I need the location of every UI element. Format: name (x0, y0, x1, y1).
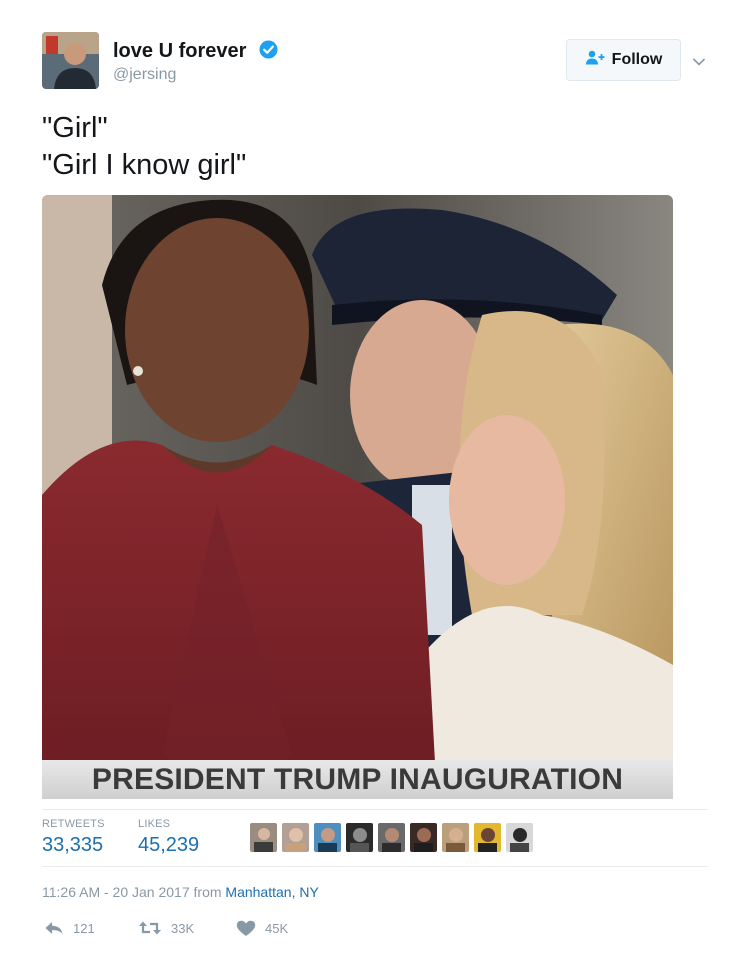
liker-avatar[interactable] (282, 823, 309, 852)
follow-person-icon (585, 50, 605, 71)
liker-avatar[interactable] (378, 823, 405, 852)
chevron-down-icon[interactable] (692, 54, 706, 66)
liker-avatar[interactable] (474, 823, 501, 852)
heart-icon (236, 920, 256, 937)
user-handle[interactable]: @jersing (113, 66, 176, 84)
from-text: from (193, 884, 222, 900)
tweet-location[interactable]: Manhattan, NY (225, 884, 318, 900)
like-button[interactable]: 45K (236, 920, 288, 937)
divider (42, 866, 708, 867)
reply-button[interactable]: 121 (44, 920, 95, 936)
liker-avatar[interactable] (442, 823, 469, 852)
liker-avatar[interactable] (314, 823, 341, 852)
tweet-line: "Girl" (42, 112, 108, 144)
media-caption-banner: PRESIDENT TRUMP INAUGURATION (42, 760, 673, 799)
tweet-photo[interactable] (42, 195, 673, 799)
liker-avatar[interactable] (346, 823, 373, 852)
tweet-line: "Girl I know girl" (42, 149, 247, 181)
liker-avatar[interactable] (506, 823, 533, 852)
user-display-name[interactable]: love U forever (113, 40, 246, 63)
retweet-button[interactable]: 33K (138, 920, 194, 936)
like-count: 45K (265, 921, 289, 936)
likes-label: LIKES (138, 818, 171, 830)
follow-button-label: Follow (611, 51, 663, 68)
liker-avatar[interactable] (250, 823, 277, 852)
likes-value: 45,239 (138, 834, 200, 856)
reply-count: 121 (73, 920, 95, 936)
likes-stat[interactable]: LIKES 45,239 (138, 818, 199, 857)
tweet-meta: 11:26 AM - 20 Jan 2017 from Manhattan, N… (42, 884, 319, 900)
follow-button[interactable]: Follow (566, 39, 681, 81)
reply-icon (44, 920, 64, 936)
liker-avatars (250, 823, 533, 852)
divider (42, 809, 708, 810)
retweets-stat[interactable]: RETWEETS 33,335 (42, 818, 105, 857)
liker-avatar[interactable] (410, 823, 437, 852)
retweets-value: 33,335 (42, 834, 104, 856)
retweet-icon (138, 920, 162, 936)
user-avatar[interactable] (42, 32, 99, 89)
tweet-text: "Girl" "Girl I know girl" (42, 110, 246, 184)
verified-badge-icon (259, 40, 278, 59)
tweet-timestamp[interactable]: 11:26 AM - 20 Jan 2017 (42, 884, 190, 900)
retweet-count: 33K (171, 920, 195, 936)
retweets-label: RETWEETS (42, 818, 105, 830)
